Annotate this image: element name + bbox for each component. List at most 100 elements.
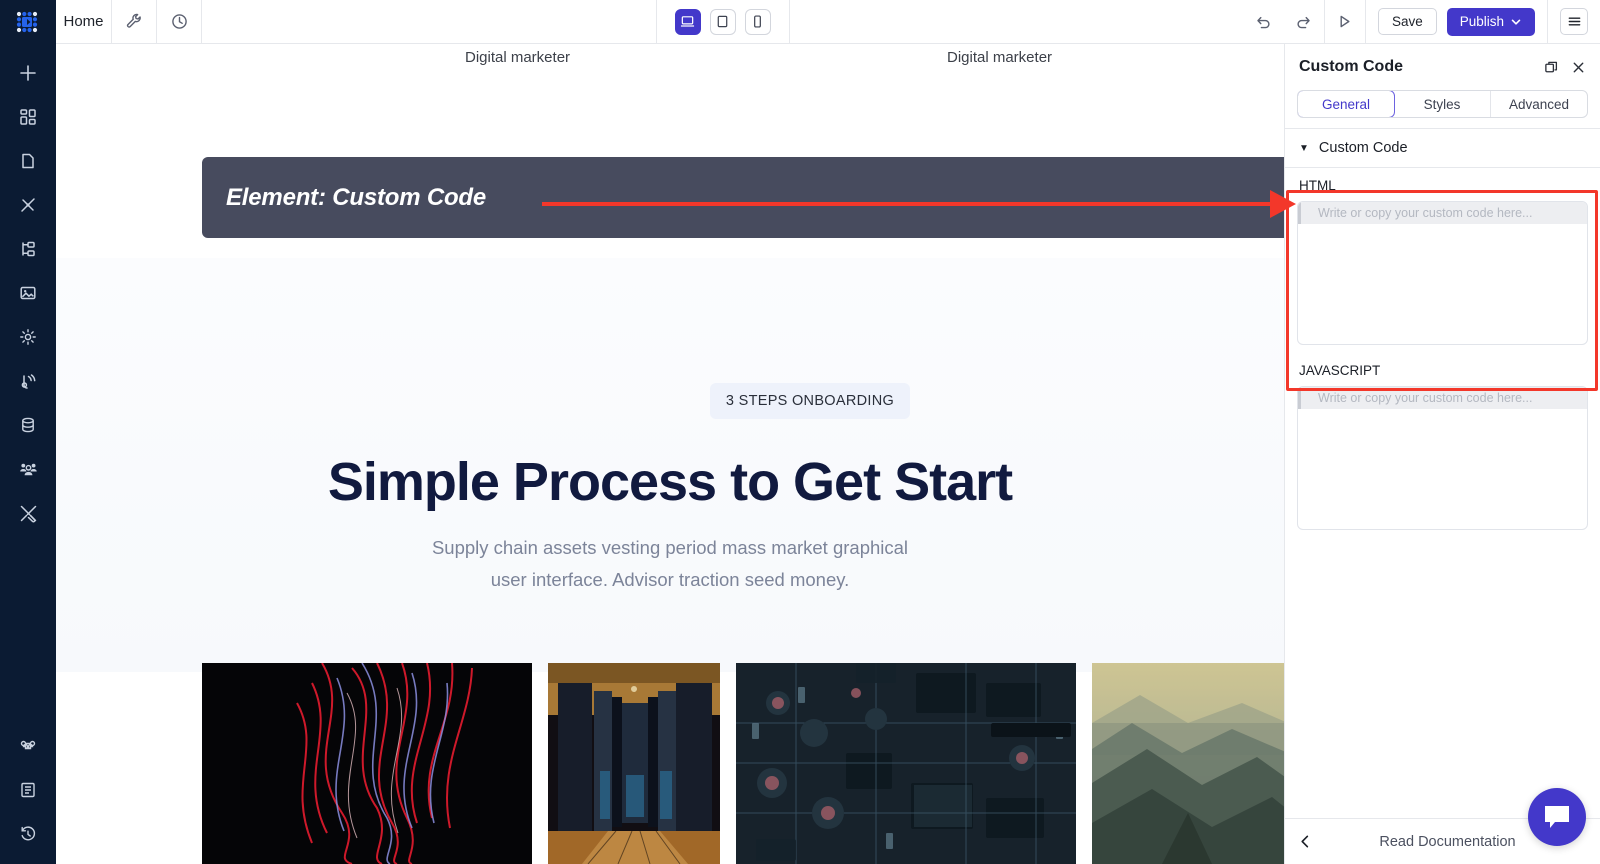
right-properties-panel: Custom Code General Styles Advanced ▼ Cu… — [1284, 44, 1600, 864]
restore-clock-icon — [21, 826, 36, 841]
redo-button[interactable] — [1284, 0, 1324, 43]
device-toolbar-area — [202, 0, 1244, 43]
thumbnail-gallery — [202, 663, 1284, 864]
sidebar-item-blocks[interactable] — [0, 95, 56, 139]
panel-filler — [1285, 530, 1600, 818]
publish-button[interactable]: Publish — [1446, 7, 1535, 36]
accordion-custom-code[interactable]: ▼ Custom Code — [1285, 129, 1600, 167]
chevron-left-icon — [1300, 835, 1308, 848]
tab-general[interactable]: General — [1298, 91, 1395, 117]
detach-panel-icon — [1545, 61, 1558, 72]
html-field-block: HTML Write or copy your custom code here… — [1285, 168, 1600, 345]
canvas-inner: Digital marketer Digital marketer Elemen… — [56, 44, 1284, 864]
sidebar-item-integrations[interactable] — [0, 359, 56, 403]
html-field-label: HTML — [1299, 178, 1336, 193]
hamburger-menu-button[interactable] — [1560, 8, 1588, 35]
sidebar-items — [0, 45, 56, 535]
custom-code-element-label: Element: Custom Code — [226, 183, 487, 211]
breadcrumb-home[interactable]: Home — [56, 0, 112, 43]
redo-icon — [1297, 16, 1311, 29]
mountain-landscape-photo — [1092, 663, 1284, 864]
thumbnail-circuit-board[interactable] — [736, 663, 1076, 864]
sidebar-item-media[interactable] — [0, 271, 56, 315]
sidebar-bottom-items — [0, 724, 56, 864]
html-editor-placeholder: Write or copy your custom code here... — [1318, 206, 1533, 220]
app-logo[interactable] — [0, 0, 56, 45]
javascript-field-block: JAVASCRIPT Write or copy your custom cod… — [1285, 353, 1600, 530]
thumbnail-red-light-trails[interactable] — [202, 663, 532, 864]
panel-back-button[interactable] — [1285, 834, 1325, 849]
device-desktop-button[interactable] — [674, 8, 701, 35]
tools-cross-icon — [20, 505, 36, 522]
play-triangle-icon — [1340, 15, 1350, 28]
html-code-editor[interactable]: Write or copy your custom code here... — [1297, 201, 1588, 345]
thumbnail-data-center[interactable] — [548, 663, 720, 864]
sidebar-item-layers[interactable] — [0, 227, 56, 271]
sidebar-item-add[interactable] — [0, 51, 56, 95]
history-button[interactable] — [157, 0, 202, 43]
page-icon — [22, 153, 34, 169]
thumbnail-mountain-landscape[interactable] — [1092, 663, 1284, 864]
tablet-icon — [718, 15, 728, 28]
close-icon — [1573, 62, 1584, 72]
canvas-label-digital-marketer-2: Digital marketer — [947, 49, 1053, 66]
red-light-trails-photo — [202, 663, 532, 864]
layers-tree-icon — [22, 241, 35, 257]
data-center-corridor-photo — [548, 663, 720, 864]
sidebar-item-shortcuts[interactable] — [0, 724, 56, 768]
brush-icon — [21, 198, 35, 212]
tab-styles[interactable]: Styles — [1394, 91, 1491, 117]
caret-down-icon: ▼ — [1299, 142, 1309, 154]
blocks-grid-icon — [20, 109, 36, 125]
app-root: Home Save Publish Digital marketer Digit… — [0, 0, 1600, 864]
panel-title: Custom Code — [1299, 58, 1403, 75]
chat-bubble-icon — [1545, 806, 1569, 828]
desktop-icon — [681, 16, 695, 27]
wrench-icon — [126, 13, 141, 28]
grid-dots-logo-icon — [16, 11, 38, 32]
tab-advanced[interactable]: Advanced — [1491, 91, 1587, 117]
section-subheading: Supply chain assets vesting period mass … — [431, 537, 909, 590]
sidebar-item-docs[interactable] — [0, 768, 56, 812]
detach-panel-button[interactable] — [1544, 60, 1559, 75]
menu-area — [1548, 8, 1600, 35]
undo-button[interactable] — [1244, 0, 1284, 43]
book-icon — [21, 782, 35, 798]
publish-label: Publish — [1459, 14, 1504, 29]
chat-support-button[interactable] — [1528, 788, 1586, 846]
section-headline: Simple Process to Get Start — [327, 452, 1013, 512]
sidebar-item-pages[interactable] — [0, 139, 56, 183]
image-icon — [20, 286, 36, 300]
section-badge: 3 STEPS ONBOARDING — [710, 383, 910, 419]
custom-code-element-block[interactable]: Element: Custom Code — [202, 157, 1284, 238]
page-canvas[interactable]: Digital marketer Digital marketer Elemen… — [56, 44, 1284, 864]
device-tablet-button[interactable] — [709, 8, 736, 35]
save-button[interactable]: Save — [1377, 8, 1437, 35]
sidebar-item-design[interactable] — [0, 183, 56, 227]
javascript-code-editor[interactable]: Write or copy your custom code here... — [1297, 386, 1588, 530]
sidebar-item-users[interactable] — [0, 447, 56, 491]
clock-icon — [171, 14, 187, 29]
preview-button[interactable] — [1325, 0, 1365, 43]
hamburger-menu-icon — [1568, 17, 1580, 26]
command-key-icon — [20, 740, 36, 750]
device-mobile-button[interactable] — [744, 8, 771, 35]
canvas-label-digital-marketer-1: Digital marketer — [465, 49, 571, 66]
tools-button[interactable] — [112, 0, 157, 43]
device-switcher — [655, 0, 790, 43]
toolbar-actions: Save Publish — [1244, 0, 1600, 43]
sidebar-item-database[interactable] — [0, 403, 56, 447]
top-toolbar: Home Save Publish — [56, 0, 1600, 44]
undo-icon — [1257, 16, 1271, 29]
close-panel-button[interactable] — [1571, 60, 1586, 75]
panel-header: Custom Code — [1285, 44, 1600, 90]
panel-tabs: General Styles Advanced — [1297, 90, 1588, 118]
chevron-down-icon — [1511, 19, 1521, 25]
sidebar-item-history[interactable] — [0, 812, 56, 856]
html-editor-active-line: Write or copy your custom code here... — [1298, 202, 1587, 224]
javascript-editor-active-line: Write or copy your custom code here... — [1298, 387, 1587, 409]
sidebar-item-tools[interactable] — [0, 491, 56, 535]
sidebar-item-settings[interactable] — [0, 315, 56, 359]
plus-icon — [20, 65, 36, 81]
mobile-icon — [754, 15, 762, 28]
